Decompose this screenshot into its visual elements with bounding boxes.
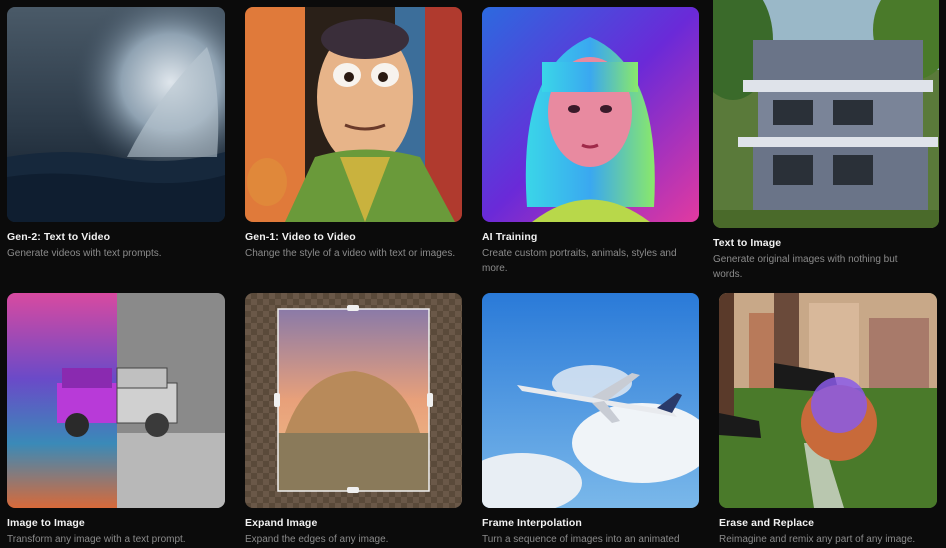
ocean-wave-thumbnail (7, 7, 225, 222)
card-description: Turn a sequence of images into an animat… (482, 534, 680, 545)
card-title: Expand Image (245, 517, 318, 529)
card-title: Frame Interpolation (482, 517, 582, 529)
card-title: AI Training (482, 231, 538, 243)
soccer-ball-thumbnail (719, 293, 937, 508)
card-description: Transform any image with a text prompt. (7, 534, 186, 545)
desert-rock-thumbnail (245, 293, 462, 508)
card-description: Generate videos with text prompts. (7, 248, 162, 259)
tool-card-ai-training[interactable]: AI Training Create custom portraits, ani… (482, 7, 699, 276)
tool-card-gen2-text-to-video[interactable]: Gen-2: Text to Video Generate videos wit… (7, 7, 225, 261)
card-description: Generate original images with nothing bu… (713, 254, 898, 280)
card-title: Gen-1: Video to Video (245, 231, 356, 243)
card-title: Erase and Replace (719, 517, 815, 529)
card-description: Create custom portraits, animals, styles… (482, 248, 677, 274)
card-title: Text to Image (713, 237, 782, 249)
tool-card-text-to-image[interactable]: Text to Image Generate original images w… (713, 0, 939, 282)
card-description: Change the style of a video with text or… (245, 248, 456, 259)
portrait-thumbnail (482, 7, 699, 222)
tool-card-erase-and-replace[interactable]: Erase and Replace Reimagine and remix an… (719, 293, 937, 547)
card-title: Image to Image (7, 517, 85, 529)
card-title: Gen-2: Text to Video (7, 231, 111, 243)
house-thumbnail (713, 0, 939, 228)
cartoon-character-thumbnail (245, 7, 462, 222)
airplane-thumbnail (482, 293, 699, 508)
card-description: Reimagine and remix any part of any imag… (719, 534, 916, 545)
tool-card-expand-image[interactable]: Expand Image Expand the edges of any ima… (245, 293, 462, 547)
tool-card-frame-interpolation[interactable]: Frame Interpolation Turn a sequence of i… (482, 293, 699, 547)
card-description: Expand the edges of any image. (245, 534, 389, 545)
tool-card-image-to-image[interactable]: Image to Image Transform any image with … (7, 293, 225, 547)
tool-card-gen1-video-to-video[interactable]: Gen-1: Video to Video Change the style o… (245, 7, 462, 261)
jeep-thumbnail (7, 293, 225, 508)
